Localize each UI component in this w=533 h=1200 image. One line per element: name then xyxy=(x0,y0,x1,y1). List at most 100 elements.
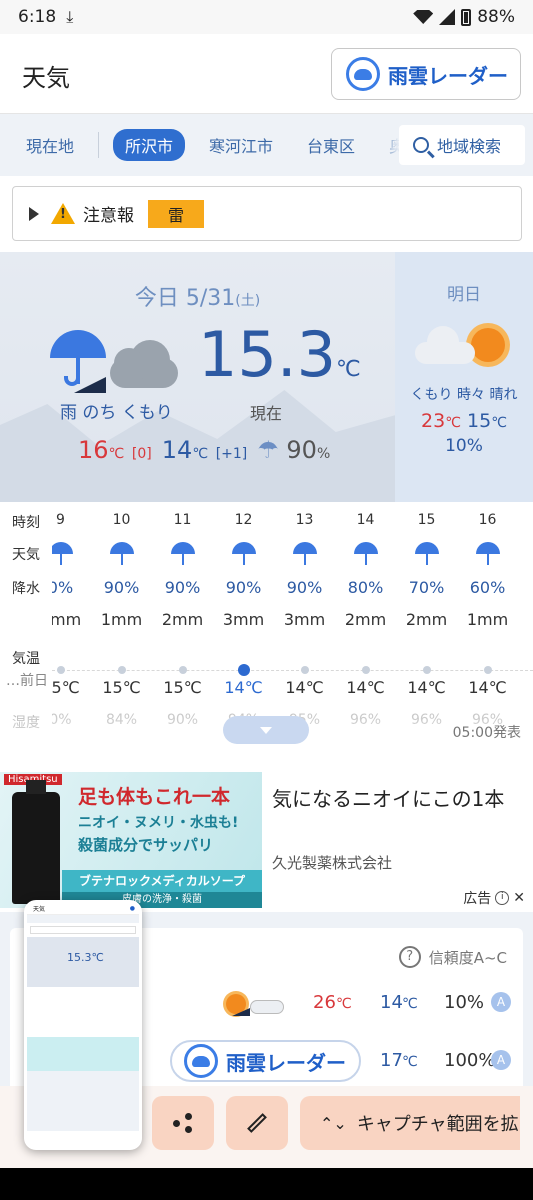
ad-headline: 足も体もこれ一本 xyxy=(78,786,231,808)
ad-title: 気になるニオイにこの1本 xyxy=(272,787,505,811)
search-icon xyxy=(413,137,429,153)
hour-precip-chance: 90% xyxy=(164,578,201,597)
close-icon: ✕ xyxy=(513,890,525,906)
umbrella-icon: ☂ xyxy=(257,436,279,464)
tab-tokorozawa[interactable]: 所沢市 xyxy=(113,129,186,161)
rain-radar-button[interactable]: 雨雲レーダー xyxy=(331,48,521,100)
rain-icon xyxy=(476,542,500,566)
hour-precip-chance: 5 xyxy=(518,578,533,597)
info-icon: i xyxy=(495,891,510,905)
app-bar: 天気 雨雲レーダー xyxy=(0,34,533,114)
tomorrow-forecast[interactable]: 明日 くもり 時々 晴れ 23℃ 15℃ 10% xyxy=(395,252,533,502)
rain-icon xyxy=(49,542,73,566)
today-summary: 16℃ [0] 14℃ [+1] ☂ 90% xyxy=(78,436,330,464)
hour-precip-chance: 60% xyxy=(469,578,506,597)
ad-label[interactable]: 広告 i ✕ xyxy=(463,888,525,908)
advisory-label: 注意報 xyxy=(83,206,134,226)
hour-label: 13 xyxy=(295,512,314,528)
tab-current-location[interactable]: 現在地 xyxy=(16,129,84,161)
tomorrow-weather-text: くもり 時々 晴れ xyxy=(410,387,518,403)
hour-precip-chance: 80% xyxy=(347,578,384,597)
rain-icon xyxy=(110,542,134,566)
ad-sub2: 殺菌成分でサッパリ xyxy=(78,836,214,854)
rain-icon xyxy=(415,542,439,566)
hour-temperature: 1 xyxy=(518,678,533,697)
hour-precip-chance: 90% xyxy=(103,578,140,597)
status-bar: 6:18 ⤓ 88% xyxy=(0,0,533,34)
tab-sagae[interactable]: 寒河江市 xyxy=(199,129,283,161)
status-time: 6:18 xyxy=(18,7,57,27)
area-search-label: 地域検索 xyxy=(437,137,502,156)
temperature-point xyxy=(56,666,65,674)
hour-label: 14 xyxy=(356,512,375,528)
tomorrow-label: 明日 xyxy=(447,285,481,305)
hour-precip-amount: 2mm xyxy=(405,610,448,629)
area-search-button[interactable]: 地域検索 xyxy=(399,125,525,165)
pencil-icon xyxy=(247,1113,267,1133)
hourly-forecast[interactable]: 時刻 天気 降水 気温 …前日 湿度 90%0mm15℃0%1090%1mm15… xyxy=(0,502,533,767)
hour-temperature: 14℃ xyxy=(407,678,446,697)
hour-label: 15 xyxy=(417,512,436,528)
rain-icon xyxy=(293,542,317,566)
tomorrow-temps: 23℃ 15℃ xyxy=(421,410,507,432)
hour-temperature: 15℃ xyxy=(102,678,141,697)
floating-radar-button[interactable]: 雨雲レーダー xyxy=(170,1040,361,1082)
share-button[interactable] xyxy=(152,1096,214,1150)
temperature-point xyxy=(300,666,309,674)
temperature-point xyxy=(422,666,431,674)
radar-icon xyxy=(184,1044,218,1078)
weather-advisory[interactable]: ! 注意報 雷 xyxy=(12,186,522,241)
battery-icon xyxy=(461,8,472,26)
share-icon xyxy=(173,1113,193,1133)
hour-precip-chance: 90% xyxy=(225,578,262,597)
ad-sub1: ニオイ・ヌメリ・水虫も! xyxy=(78,815,239,831)
today-precip: ☂ 90% xyxy=(257,436,331,464)
issued-time: 05:00発表 xyxy=(452,725,521,741)
hour-precip-amount: 3mm xyxy=(222,610,265,629)
hour-precip-amount: 1mm xyxy=(100,610,143,629)
rain-icon xyxy=(232,542,256,566)
battery-percent: 88% xyxy=(477,7,515,27)
rain-icon xyxy=(354,542,378,566)
expand-hourly-button[interactable] xyxy=(223,716,309,744)
current-temperature: 15.3℃ xyxy=(198,318,361,391)
ad-company: 久光製薬株式会社 xyxy=(272,854,393,872)
hour-precip-amount: 0. xyxy=(518,610,533,629)
wifi-icon xyxy=(413,10,434,24)
warning-icon: ! xyxy=(51,203,75,224)
expand-arrow-icon xyxy=(29,206,39,221)
reliability-badge: A xyxy=(491,1050,511,1070)
hour-temperature: 14℃ xyxy=(285,678,324,697)
hour-precip-amount: 1mm xyxy=(466,610,509,629)
rain-icon xyxy=(171,542,195,566)
temperature-point xyxy=(237,664,250,676)
download-icon: ⤓ xyxy=(66,7,74,26)
hour-label: 12 xyxy=(234,512,253,528)
hour-temperature: 14℃ xyxy=(468,678,507,697)
hour-precip-chance: 90% xyxy=(286,578,323,597)
temperature-point xyxy=(361,666,370,674)
ad-banner[interactable]: Hisamitsu 足も体もこれ一本 ニオイ・ヌメリ・水虫も! 殺菌成分でサッパ… xyxy=(0,772,533,910)
today-forecast[interactable]: 今日 5/31(土) 15.3℃ 雨 のち くもり 現在 16℃ [0] 14℃… xyxy=(0,252,395,502)
tomorrow-precip: 10% xyxy=(445,436,483,456)
rain-radar-label: 雨雲レーダー xyxy=(388,63,508,88)
edit-button[interactable] xyxy=(226,1096,288,1150)
temperature-point xyxy=(178,666,187,674)
tab-divider xyxy=(98,132,100,158)
product-bottle xyxy=(12,780,60,904)
hour-precip-amount: 2mm xyxy=(344,610,387,629)
reliability-help[interactable]: ? 信頼度A~C xyxy=(398,946,507,968)
location-tabs: 現在地 所沢市 寒河江市 台東区 奥 地域検索 xyxy=(0,114,533,176)
hour-label: 10 xyxy=(112,512,131,528)
hour-precip-amount: 3mm xyxy=(283,610,326,629)
hour-precip-amount: 2mm xyxy=(161,610,204,629)
system-nav-bar xyxy=(0,1168,533,1200)
today-low: 14℃ [+1] xyxy=(161,436,248,464)
tab-taito[interactable]: 台東区 xyxy=(297,129,365,161)
expand-vertical-icon: ⌃⌄ xyxy=(320,1113,347,1133)
today-date: 今日 5/31(土) xyxy=(134,286,261,311)
capture-range-button[interactable]: ⌃⌄ キャプチャ範囲を拡 xyxy=(300,1096,520,1150)
hour-precip-chance: 70% xyxy=(408,578,445,597)
screenshot-thumbnail[interactable]: 天気 ● 15.3℃ xyxy=(24,900,142,1150)
hour-temperature: 14℃ xyxy=(346,678,385,697)
